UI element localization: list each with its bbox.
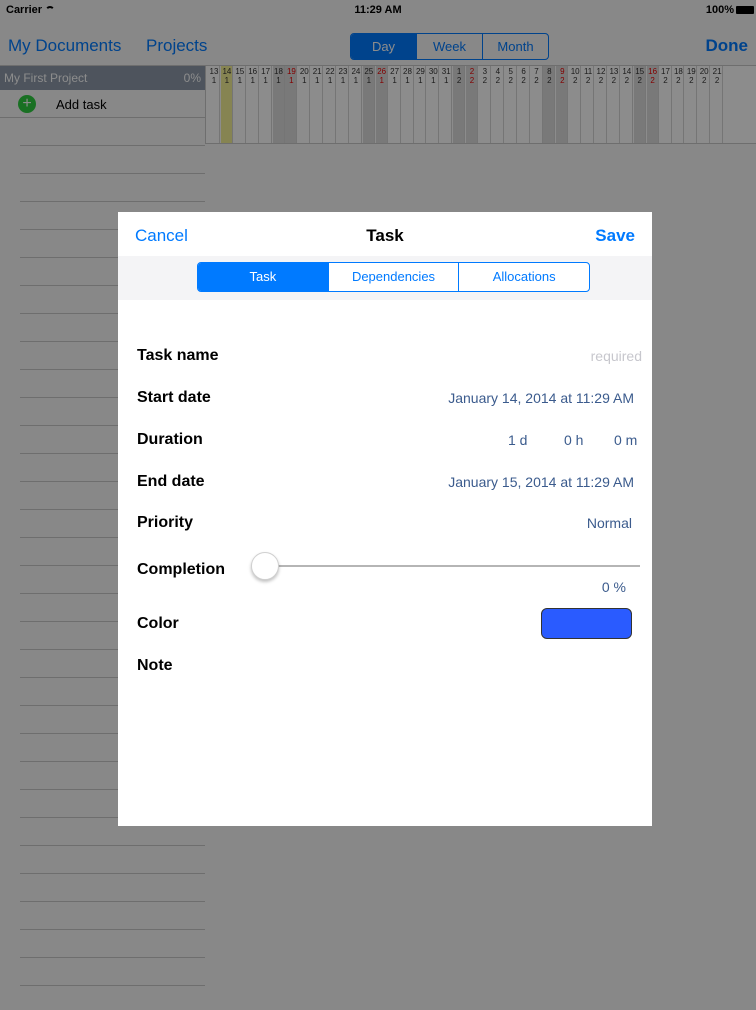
modal-title: Task: [366, 226, 404, 245]
completion-slider-track[interactable]: [268, 565, 640, 567]
completion-value: 0 %: [601, 579, 626, 595]
priority-label: Priority: [137, 514, 194, 531]
color-label: Color: [137, 615, 179, 632]
modal-tab-bar: Task Dependencies Allocations: [118, 256, 652, 300]
priority-value[interactable]: Normal: [587, 515, 632, 531]
duration-days[interactable]: 1 d: [508, 432, 527, 448]
end-date-label: End date: [137, 473, 205, 490]
task-modal: Cancel Task Save Task Dependencies Alloc…: [118, 212, 652, 826]
completion-slider-thumb[interactable]: [251, 552, 279, 580]
tab-allocations[interactable]: Allocations: [458, 263, 589, 291]
completion-label: Completion: [137, 561, 225, 578]
modal-header: Cancel Task Save: [118, 212, 652, 256]
tab-task[interactable]: Task: [198, 263, 328, 291]
modal-segmented-control: Task Dependencies Allocations: [197, 262, 590, 292]
start-date-value[interactable]: January 14, 2014 at 11:29 AM: [448, 390, 634, 406]
duration-label: Duration: [137, 431, 203, 448]
task-name-label: Task name: [137, 347, 219, 364]
tab-dependencies[interactable]: Dependencies: [327, 263, 459, 291]
start-date-label: Start date: [137, 389, 211, 406]
note-label: Note: [137, 657, 173, 674]
save-button[interactable]: Save: [595, 226, 635, 246]
duration-hours[interactable]: 0 h: [564, 432, 583, 448]
color-swatch[interactable]: [541, 608, 632, 639]
end-date-value[interactable]: January 15, 2014 at 11:29 AM: [448, 474, 634, 490]
task-name-input[interactable]: required: [591, 348, 642, 364]
duration-minutes[interactable]: 0 m: [614, 432, 637, 448]
